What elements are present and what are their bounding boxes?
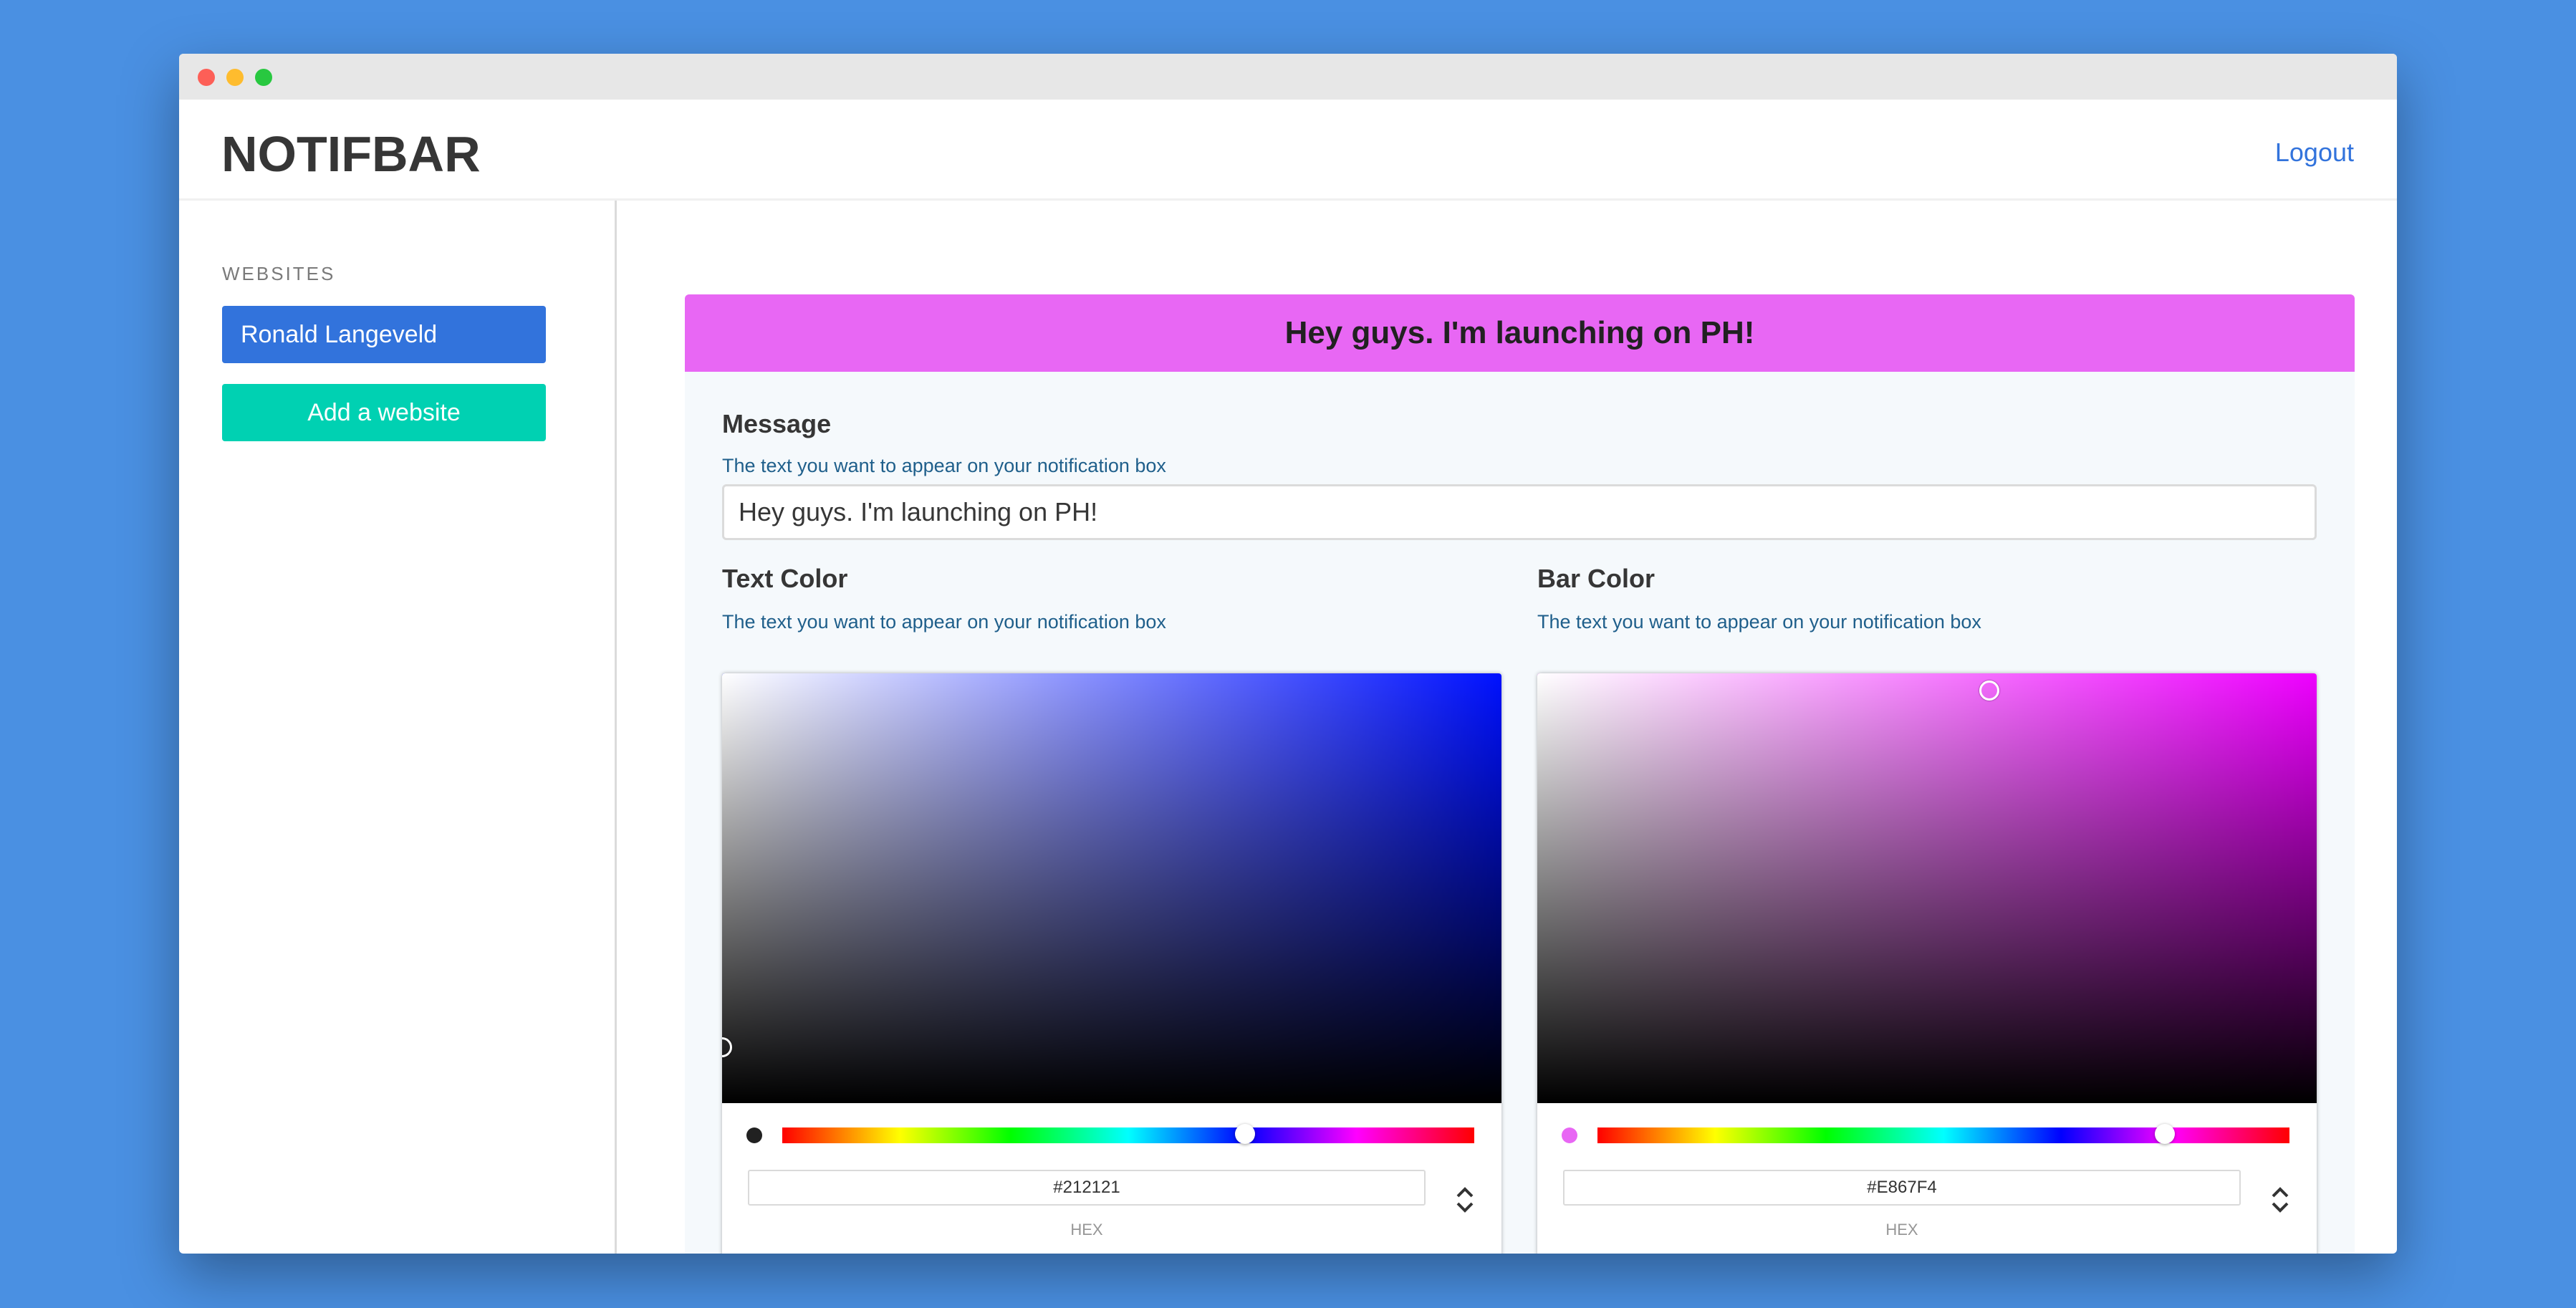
bar-color-swatch: [1562, 1127, 1577, 1143]
bar-color-hex-label: HEX: [1885, 1221, 1918, 1239]
browser-window: NOTIFBAR Logout WEBSITES Ronald Langevel…: [179, 54, 2397, 1254]
maximize-window-button[interactable]: [255, 69, 272, 86]
sidebar-item-website[interactable]: Ronald Langeveld: [222, 306, 546, 363]
brand-logo[interactable]: NOTIFBAR: [221, 125, 481, 183]
close-window-button[interactable]: [198, 69, 215, 86]
logout-link[interactable]: Logout: [2275, 138, 2354, 168]
sidebar: WEBSITES Ronald Langeveld Add a website: [179, 201, 617, 1254]
add-website-button[interactable]: Add a website: [222, 384, 546, 441]
bar-color-help: The text you want to appear on your noti…: [1537, 611, 1981, 633]
chevron-up-down-icon[interactable]: [1454, 1182, 1476, 1218]
text-color-hex-label: HEX: [1070, 1221, 1103, 1239]
text-color-hex-input[interactable]: #212121: [748, 1170, 1426, 1206]
bar-color-saturation-area[interactable]: [1537, 673, 2317, 1103]
bar-color-saturation-handle[interactable]: [1979, 681, 2000, 701]
text-color-hue-handle[interactable]: [1235, 1124, 1256, 1144]
message-field-title: Message: [722, 409, 832, 438]
minimize-window-button[interactable]: [226, 69, 244, 86]
bar-color-hue-handle[interactable]: [2155, 1124, 2176, 1144]
window-titlebar: [179, 54, 2397, 100]
chevron-up-down-icon[interactable]: [2269, 1182, 2291, 1218]
bar-color-hex-input[interactable]: #E867F4: [1563, 1170, 2241, 1206]
notification-editor: Hey guys. I'm launching on PH! Message T…: [685, 294, 2355, 1254]
message-input[interactable]: Hey guys. I'm launching on PH!: [722, 484, 2317, 540]
text-color-saturation-area[interactable]: [722, 673, 1501, 1103]
text-color-help: The text you want to appear on your noti…: [722, 611, 1166, 633]
bar-color-title: Bar Color: [1537, 564, 1655, 593]
text-color-title: Text Color: [722, 564, 848, 593]
websites-menu-label: WEBSITES: [222, 263, 336, 284]
text-color-picker: #212121 HEX: [722, 673, 1501, 1254]
notification-preview-bar: Hey guys. I'm launching on PH!: [685, 294, 2355, 372]
text-color-hue-slider[interactable]: [782, 1124, 1474, 1144]
message-field-help: The text you want to appear on your noti…: [722, 455, 1166, 476]
navbar: NOTIFBAR Logout: [179, 100, 2397, 201]
text-color-swatch: [746, 1127, 762, 1143]
bar-color-picker: #E867F4 HEX: [1537, 673, 2317, 1254]
bar-color-hue-slider[interactable]: [1597, 1124, 2289, 1144]
